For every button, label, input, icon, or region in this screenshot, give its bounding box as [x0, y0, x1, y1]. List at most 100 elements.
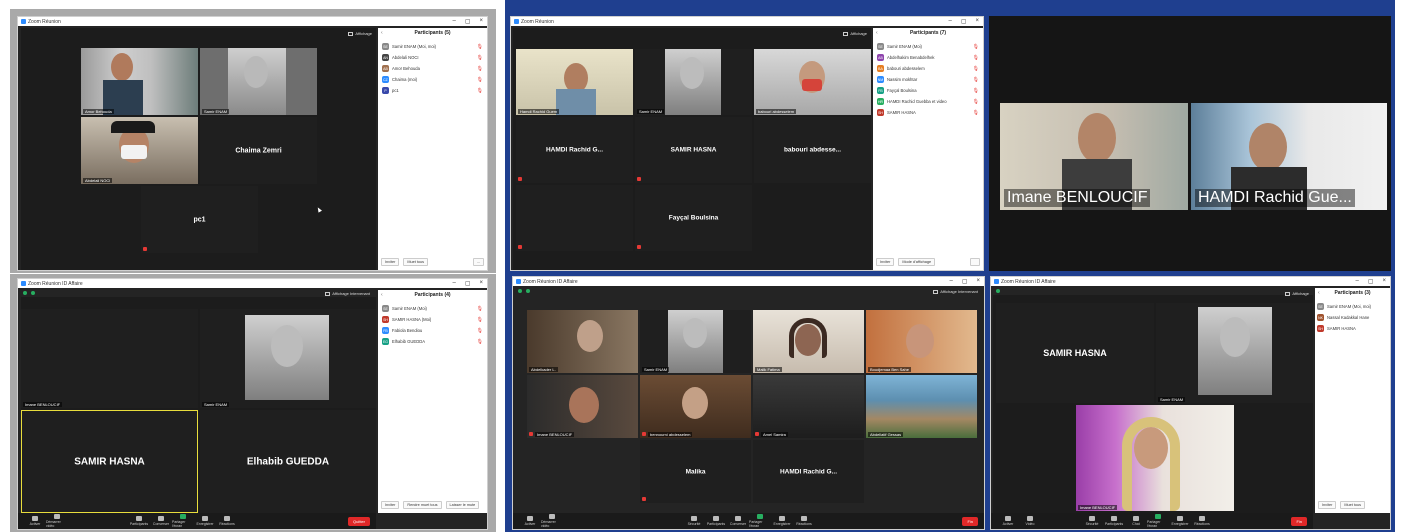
video-tile[interactable]: SAMIR HASNA — [635, 117, 752, 183]
chat-button[interactable]: Chat — [1125, 516, 1147, 526]
invite-button[interactable]: Inviter — [381, 501, 400, 509]
share-screen-button[interactable]: Partager l'écran — [1147, 514, 1169, 528]
mute-all-button[interactable]: Muet tous — [403, 258, 429, 266]
invite-button[interactable]: Inviter — [876, 258, 895, 266]
participant-row[interactable]: BA babouri abdesselem 🎙 — [877, 64, 979, 73]
invite-button[interactable]: Inviter — [381, 258, 400, 266]
video-tile[interactable]: Samir ENAM — [1156, 303, 1313, 403]
close-icon[interactable]: × — [1382, 278, 1386, 285]
maximize-icon[interactable]: ▢ — [465, 280, 471, 287]
participant-row[interactable]: SE Samir ENAM (Moi) 🎙 — [877, 42, 979, 51]
reactions-button[interactable]: Réactions — [1191, 516, 1213, 526]
video-tile-active[interactable]: Abdellatif Gessas — [866, 375, 977, 438]
maximize-icon[interactable]: ▢ — [465, 18, 471, 25]
video-tile[interactable]: babouri abdesselem — [754, 49, 871, 115]
video-tile[interactable]: HAMDI Rachid G... — [516, 117, 633, 183]
record-button[interactable]: Enregistrer — [1169, 516, 1191, 526]
chat-button[interactable]: Converser — [150, 516, 172, 526]
participant-row[interactable]: EG Elhabib GUEDDA 🎙 — [382, 337, 483, 346]
video-tile[interactable]: HAMDI Rachid G... — [753, 440, 864, 503]
minimize-icon[interactable]: – — [948, 18, 951, 25]
view-mode-button[interactable]: Mode d'affichage — [898, 258, 936, 266]
maximize-icon[interactable]: ▢ — [962, 278, 968, 285]
participant-row[interactable]: SE Samir ENAM (Moi, moi) 🎙 — [382, 42, 483, 51]
close-icon[interactable]: × — [479, 280, 483, 287]
video-tile[interactable]: Samir ENAM — [640, 310, 751, 373]
video-tile[interactable]: Elhabib GUEDDA — [200, 410, 376, 513]
minimize-icon[interactable]: – — [949, 278, 952, 285]
reactions-button[interactable]: Réactions — [793, 516, 815, 526]
video-tile[interactable]: Abdelali NOCI — [81, 117, 198, 184]
minimize-icon[interactable]: – — [452, 18, 455, 25]
record-button[interactable]: Enregistrer — [194, 516, 216, 526]
video-tile[interactable]: HAMDI Rachid Gue... — [1191, 103, 1387, 210]
participant-row[interactable]: AB Amor Behouda 🎙 — [382, 64, 483, 73]
video-tile[interactable]: Malika — [640, 440, 751, 503]
share-screen-button[interactable]: Partager l'écran — [749, 514, 771, 528]
participant-row[interactable]: SH SAMIR HASNA — [1317, 324, 1388, 333]
close-icon[interactable]: × — [975, 18, 979, 25]
participant-row[interactable]: AB Abdelhakim Benabdelhek 🎙 — [877, 53, 979, 62]
participants-button[interactable]: Participants — [1103, 516, 1125, 526]
leave-button[interactable]: Quitter — [347, 516, 370, 526]
video-tile[interactable]: Amor Behouda — [81, 48, 198, 115]
video-tile[interactable]: Fayçal Boulsina — [635, 185, 752, 251]
participant-row[interactable]: FB Fayçal Boulsina 🎙 — [877, 86, 979, 95]
video-tile[interactable]: Samir ENAM — [635, 49, 752, 115]
participant-row[interactable]: FB Fabiola Bendiou 🎙 — [382, 326, 483, 335]
video-tile[interactable]: Malik Fatima — [753, 310, 864, 373]
participant-row[interactable]: SE Samir ENAM (Moi) 🎙 — [382, 304, 483, 313]
video-tile[interactable]: Imane BENLOUCIF — [527, 375, 638, 438]
video-tile[interactable]: Boudjemaa Ben Sahe — [866, 310, 977, 373]
view-button[interactable]: Affichage Intervenant — [325, 291, 370, 296]
view-button[interactable]: Affichage Intervenant — [933, 289, 978, 294]
end-meeting-button[interactable]: Fin — [962, 516, 978, 526]
mute-all-button[interactable]: Muet tous — [1340, 501, 1366, 509]
participant-row[interactable]: NK Nassal Kadakkal Hane — [1317, 313, 1388, 322]
video-tile[interactable]: Abdelkader L. — [527, 310, 638, 373]
participant-row[interactable]: HR HAMDI Rachid Guebba et video 🎙 — [877, 97, 979, 106]
video-button[interactable]: Démarrer vidéo — [541, 514, 563, 528]
participant-row[interactable]: AN Abdelali NOCI 🎙 — [382, 53, 483, 62]
participants-button[interactable]: Participants — [705, 516, 727, 526]
invite-button[interactable]: Inviter — [1318, 501, 1337, 509]
video-tile-active[interactable]: SAMIR HASNA — [21, 410, 198, 513]
reactions-button[interactable]: Réactions — [216, 516, 238, 526]
video-tile[interactable]: Samir ENAM — [200, 309, 376, 408]
video-tile[interactable]: Imane BENLOUCIF — [21, 309, 198, 408]
view-button[interactable]: Affichage — [843, 31, 867, 36]
video-tile-active[interactable]: Imane BENLOUCIF — [1076, 405, 1234, 511]
participant-row[interactable]: SH SAMIR HASNA (Moi) 🎙 — [382, 315, 483, 324]
video-button[interactable]: Démarrer vidéo — [46, 514, 68, 528]
mute-button[interactable]: Activer — [24, 516, 46, 526]
participant-row[interactable]: Ppc1 🎙 — [382, 86, 483, 95]
video-tile[interactable]: bennourni abdesselem — [640, 375, 751, 438]
more-button[interactable] — [970, 258, 980, 266]
mute-all-button[interactable]: Rendre muet tous — [403, 501, 442, 509]
maximize-icon[interactable]: ▢ — [1368, 278, 1374, 285]
record-button[interactable]: Enregistrer — [771, 516, 793, 526]
mute-button[interactable]: Activer — [519, 516, 541, 526]
video-tile[interactable]: SAMIR HASNA — [996, 303, 1154, 403]
maximize-icon[interactable]: ▢ — [961, 18, 967, 25]
video-tile-active[interactable]: Hamdi Rachid Guem — [516, 49, 633, 115]
view-button[interactable]: Affichage — [348, 31, 372, 36]
participant-row[interactable]: SE Samir ENAM (Moi, moi) — [1317, 302, 1388, 311]
mute-button[interactable]: Activer — [997, 516, 1019, 526]
participant-row[interactable]: NM Nassim mokhtar 🎙 — [877, 75, 979, 84]
video-tile-active[interactable]: Samir ENAM — [200, 48, 317, 115]
minimize-icon[interactable]: – — [1355, 278, 1358, 285]
view-button[interactable]: Affichage — [1285, 291, 1309, 296]
video-tile[interactable]: Amel Samira — [753, 375, 864, 438]
video-tile[interactable]: pc1 — [141, 186, 258, 253]
share-screen-button[interactable]: Partager l'écran — [172, 514, 194, 528]
minimize-icon[interactable]: – — [452, 280, 455, 287]
participant-row[interactable]: CZ Chaima (moi) 🎙 — [382, 75, 483, 84]
video-tile[interactable]: Imane BENLOUCIF — [1000, 103, 1188, 210]
more-button[interactable]: ... — [472, 258, 484, 266]
chat-button[interactable]: Converser — [727, 516, 749, 526]
video-tile[interactable] — [516, 185, 633, 251]
close-icon[interactable]: × — [976, 278, 980, 285]
security-button[interactable]: Sécurité — [683, 516, 705, 526]
video-tile[interactable]: Chaima Zemri — [200, 117, 317, 184]
